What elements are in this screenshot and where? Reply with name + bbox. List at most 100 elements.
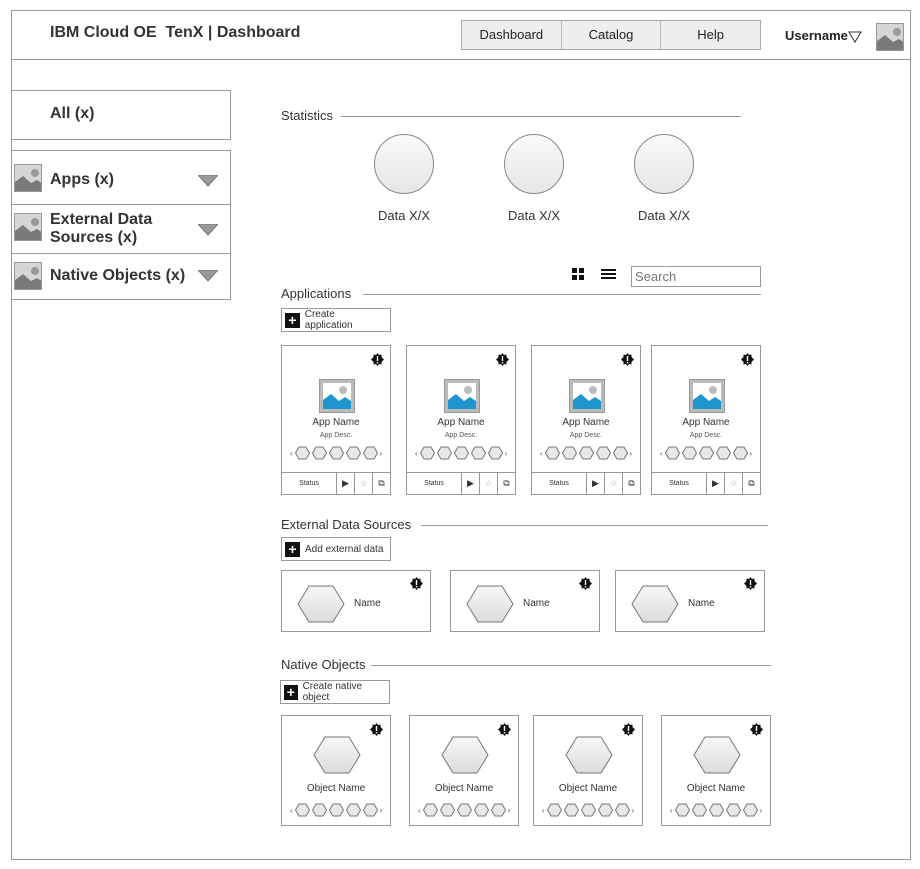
nav-dashboard[interactable]: Dashboard xyxy=(462,21,562,49)
username-menu[interactable]: Username xyxy=(785,28,848,43)
external-link-icon[interactable]: ⧉ xyxy=(498,473,515,494)
hexagon-icon xyxy=(693,736,741,779)
card-footer: Status ▶ ☆ ⧉ xyxy=(282,472,390,494)
app-card[interactable]: App Name App Desc. ‹ › Status ▶ ☆ ⧉ xyxy=(406,345,516,495)
chevron-right-icon[interactable]: › xyxy=(380,806,383,815)
external-link-icon[interactable]: ⧉ xyxy=(743,473,760,494)
image-icon xyxy=(14,262,42,290)
alert-badge-icon xyxy=(744,577,757,590)
image-icon xyxy=(14,213,42,241)
native-object-card[interactable]: Object Name ‹ › xyxy=(533,715,643,826)
add-external-data-button[interactable]: + Add external data xyxy=(281,537,391,561)
hexagon-icon xyxy=(715,446,731,460)
carousel: ‹ › xyxy=(407,446,515,460)
chevron-down-icon[interactable] xyxy=(848,31,862,43)
create-application-button[interactable]: + Create application xyxy=(281,308,391,332)
alert-badge-icon xyxy=(621,353,634,366)
hexagon-icon xyxy=(544,446,560,460)
hexagon-icon xyxy=(698,446,714,460)
chevron-left-icon[interactable]: ‹ xyxy=(290,449,293,458)
hexagon-icon xyxy=(362,446,378,460)
chevron-right-icon[interactable]: › xyxy=(508,806,511,815)
chevron-left-icon[interactable]: ‹ xyxy=(540,449,543,458)
hexagon-icon xyxy=(456,803,472,817)
sidebar-item-apps[interactable]: Apps (x) xyxy=(12,151,230,205)
hexagon-icon xyxy=(580,803,596,817)
hexagon-icon xyxy=(561,446,577,460)
list-view-icon[interactable] xyxy=(601,268,617,282)
play-icon[interactable]: ▶ xyxy=(337,473,355,494)
hexagon-icon xyxy=(294,446,310,460)
play-icon[interactable]: ▶ xyxy=(462,473,480,494)
star-icon[interactable]: ☆ xyxy=(605,473,623,494)
hexagon-icon xyxy=(563,803,579,817)
native-title: Native Objects xyxy=(281,657,366,672)
app-card[interactable]: App Name App Desc. ‹ › Status ▶ ☆ ⧉ xyxy=(651,345,761,495)
chevron-left-icon[interactable]: ‹ xyxy=(660,449,663,458)
hexagon-icon xyxy=(612,446,628,460)
avatar[interactable] xyxy=(876,23,904,51)
chevron-left-icon[interactable]: ‹ xyxy=(290,806,293,815)
sidebar-item-label: Apps (x) xyxy=(50,171,114,188)
sidebar-item-native[interactable]: Native Objects (x) xyxy=(12,254,230,299)
hexagon-icon xyxy=(725,803,741,817)
star-icon[interactable]: ☆ xyxy=(480,473,498,494)
external-link-icon[interactable]: ⧉ xyxy=(373,473,390,494)
object-name: Object Name xyxy=(558,783,618,794)
star-icon[interactable]: ☆ xyxy=(355,473,373,494)
native-object-card[interactable]: Object Name ‹ › xyxy=(661,715,771,826)
sidebar-item-label: External Data Sources (x) xyxy=(50,211,153,246)
sidebar-item-external[interactable]: External Data Sources (x) xyxy=(12,205,230,254)
chevron-left-icon[interactable]: ‹ xyxy=(415,449,418,458)
hexagon-icon xyxy=(441,736,489,779)
chevron-right-icon[interactable]: › xyxy=(630,449,633,458)
hexagon-icon xyxy=(473,803,489,817)
hexagon-icon xyxy=(345,446,361,460)
search-input[interactable] xyxy=(631,266,761,287)
external-link-icon[interactable]: ⧉ xyxy=(623,473,640,494)
native-object-card[interactable]: Object Name ‹ › xyxy=(281,715,391,826)
chevron-right-icon[interactable]: › xyxy=(760,806,763,815)
source-name: Name xyxy=(523,598,550,609)
image-icon xyxy=(14,164,42,192)
grid-view-icon[interactable] xyxy=(572,268,586,282)
nav-help[interactable]: Help xyxy=(661,21,760,49)
hexagon-icon xyxy=(742,803,758,817)
hexagon-icon xyxy=(436,446,452,460)
app-card[interactable]: App Name App Desc. ‹ › Status ▶ ☆ ⧉ xyxy=(531,345,641,495)
nav-catalog[interactable]: Catalog xyxy=(562,21,662,49)
carousel: ‹ › xyxy=(662,803,770,817)
object-name: Object Name xyxy=(306,783,366,794)
chevron-right-icon[interactable]: › xyxy=(750,449,753,458)
native-object-card[interactable]: Object Name ‹ › xyxy=(409,715,519,826)
app-card[interactable]: App Name App Desc. ‹ › Status ▶ ☆ ⧉ xyxy=(281,345,391,495)
external-source-card[interactable]: Name xyxy=(450,570,600,632)
chevron-right-icon[interactable]: › xyxy=(632,806,635,815)
chevron-left-icon[interactable]: ‹ xyxy=(418,806,421,815)
create-native-object-button[interactable]: + Create native object xyxy=(280,680,390,704)
hexagon-icon xyxy=(708,803,724,817)
external-source-card[interactable]: Name xyxy=(615,570,765,632)
chevron-right-icon[interactable]: › xyxy=(380,449,383,458)
chevron-down-icon[interactable] xyxy=(198,224,218,236)
alert-badge-icon xyxy=(622,723,635,736)
status-label: Status xyxy=(652,473,707,494)
alert-badge-icon xyxy=(370,723,383,736)
carousel: ‹ › xyxy=(534,803,642,817)
chevron-right-icon[interactable]: › xyxy=(505,449,508,458)
carousel: ‹ › xyxy=(410,803,518,817)
star-icon[interactable]: ☆ xyxy=(725,473,743,494)
play-icon[interactable]: ▶ xyxy=(707,473,725,494)
chevron-down-icon[interactable] xyxy=(198,175,218,187)
play-icon[interactable]: ▶ xyxy=(587,473,605,494)
applications-title: Applications xyxy=(281,286,352,301)
chevron-left-icon[interactable]: ‹ xyxy=(670,806,673,815)
hexagon-icon xyxy=(466,585,514,628)
external-source-card[interactable]: Name xyxy=(281,570,431,632)
alert-badge-icon xyxy=(579,577,592,590)
sidebar-item-all[interactable]: All (x) xyxy=(11,90,231,140)
hexagon-icon xyxy=(470,446,486,460)
chevron-down-icon[interactable] xyxy=(198,270,218,282)
chevron-left-icon[interactable]: ‹ xyxy=(542,806,545,815)
hexagon-icon xyxy=(631,585,679,628)
